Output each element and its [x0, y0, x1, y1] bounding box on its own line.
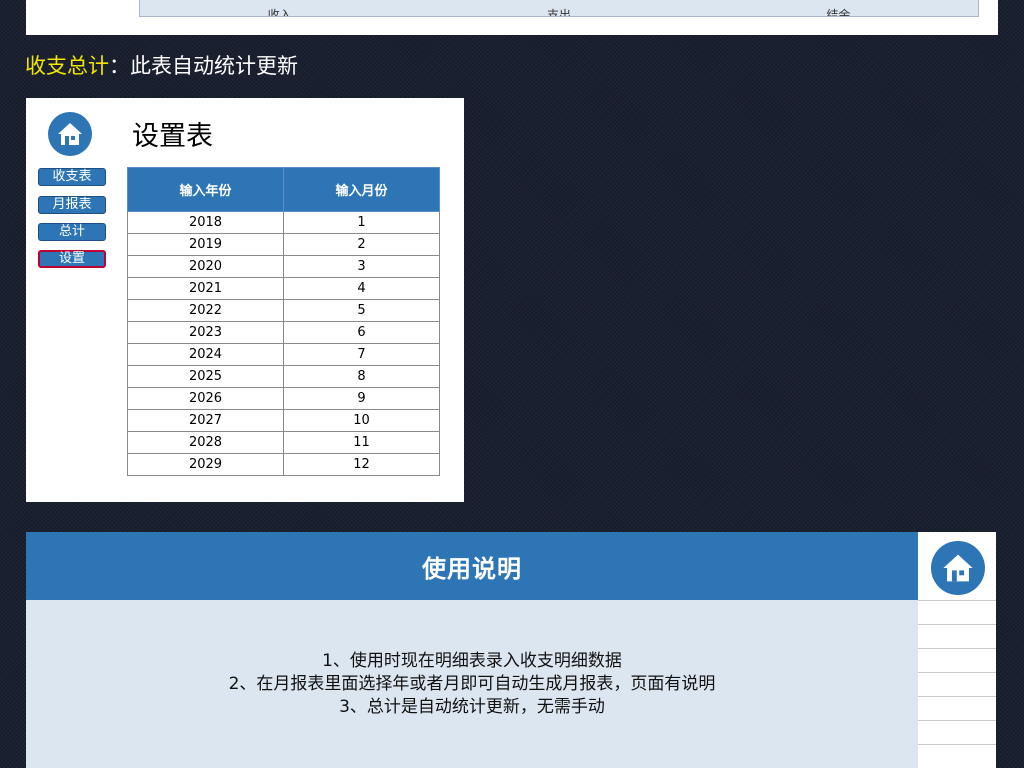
- nav-button-income-expense[interactable]: 收支表: [38, 168, 106, 186]
- month-cell[interactable]: 10: [283, 409, 440, 432]
- home-icon: [58, 123, 82, 145]
- table-row: 2018 1: [127, 211, 440, 234]
- settings-title: 设置表: [132, 121, 213, 152]
- home-icon: [943, 554, 973, 582]
- grid-line: [918, 624, 996, 625]
- year-cell[interactable]: 2025: [127, 365, 284, 388]
- grid-line: [918, 720, 996, 721]
- usage-line-1: 1、使用时现在明细表录入收支明细数据: [322, 650, 622, 671]
- grid-line: [918, 696, 996, 697]
- usage-panel: 使用说明 1、使用时现在明细表录入收支明细数据 2、在月报表里面选择年或者月即可…: [26, 532, 996, 768]
- month-cell[interactable]: 11: [283, 431, 440, 454]
- section-caption-separator: ：: [109, 54, 130, 78]
- table-row: 2020 3: [127, 255, 440, 278]
- table-row: 2023 6: [127, 321, 440, 344]
- home-button[interactable]: [48, 112, 92, 156]
- table-row: 2027 10: [127, 409, 440, 432]
- grid-line: [918, 600, 996, 601]
- nav-button-settings[interactable]: 设置: [38, 250, 106, 268]
- year-cell[interactable]: 2018: [127, 211, 284, 234]
- month-cell[interactable]: 12: [283, 453, 440, 476]
- usage-body: 1、使用时现在明细表录入收支明细数据 2、在月报表里面选择年或者月即可自动生成月…: [26, 600, 918, 768]
- month-cell[interactable]: 7: [283, 343, 440, 366]
- top-label-balance: 结余: [826, 8, 851, 17]
- table-row: 2025 8: [127, 365, 440, 388]
- table-row: 2021 4: [127, 277, 440, 300]
- year-cell[interactable]: 2029: [127, 453, 284, 476]
- table-row: 2029 12: [127, 453, 440, 476]
- table-row: 2019 2: [127, 233, 440, 256]
- settings-table-header: 输入年份 输入月份: [127, 167, 440, 212]
- month-cell[interactable]: 3: [283, 255, 440, 278]
- table-row: 2028 11: [127, 431, 440, 454]
- year-cell[interactable]: 2027: [127, 409, 284, 432]
- month-cell[interactable]: 6: [283, 321, 440, 344]
- year-cell[interactable]: 2022: [127, 299, 284, 322]
- year-cell[interactable]: 2019: [127, 233, 284, 256]
- settings-sheet-panel: 设置表 收支表 月报表 总计 设置 输入年份 输入月份 2018 1 2019 2 20…: [26, 98, 464, 502]
- section-caption: 收支总计：此表自动统计更新: [25, 50, 298, 80]
- column-header-year: 输入年份: [127, 167, 284, 212]
- month-cell[interactable]: 4: [283, 277, 440, 300]
- settings-table: 输入年份 输入月份 2018 1 2019 2 2020 3 2021 4 2022 5 2023 6…: [127, 167, 440, 476]
- year-cell[interactable]: 2024: [127, 343, 284, 366]
- top-summary-bar: 收入 支出 结余: [139, 0, 979, 17]
- usage-title: 使用说明: [26, 532, 918, 600]
- month-cell[interactable]: 1: [283, 211, 440, 234]
- table-row: 2024 7: [127, 343, 440, 366]
- table-row: 2022 5: [127, 299, 440, 322]
- month-cell[interactable]: 9: [283, 387, 440, 410]
- grid-line: [918, 744, 996, 745]
- year-cell[interactable]: 2020: [127, 255, 284, 278]
- nav-button-monthly-report[interactable]: 月报表: [38, 196, 106, 214]
- usage-line-3: 3、总计是自动统计更新，无需手动: [339, 696, 605, 717]
- usage-line-2: 2、在月报表里面选择年或者月即可自动生成月报表，页面有说明: [228, 673, 716, 694]
- section-caption-highlight: 收支总计: [25, 54, 109, 78]
- year-cell[interactable]: 2028: [127, 431, 284, 454]
- usage-home-button[interactable]: [931, 541, 985, 595]
- year-cell[interactable]: 2023: [127, 321, 284, 344]
- column-header-month: 输入月份: [283, 167, 440, 212]
- top-label-income: 收入: [267, 8, 292, 17]
- year-cell[interactable]: 2021: [127, 277, 284, 300]
- month-cell[interactable]: 8: [283, 365, 440, 388]
- nav-button-total[interactable]: 总计: [38, 223, 106, 241]
- section-caption-description: 此表自动统计更新: [130, 54, 298, 78]
- month-cell[interactable]: 2: [283, 233, 440, 256]
- top-label-expense: 支出: [546, 8, 571, 17]
- top-summary-panel: 收入 支出 结余: [26, 0, 998, 35]
- year-cell[interactable]: 2026: [127, 387, 284, 410]
- grid-line: [918, 672, 996, 673]
- grid-line: [918, 648, 996, 649]
- table-row: 2026 9: [127, 387, 440, 410]
- month-cell[interactable]: 5: [283, 299, 440, 322]
